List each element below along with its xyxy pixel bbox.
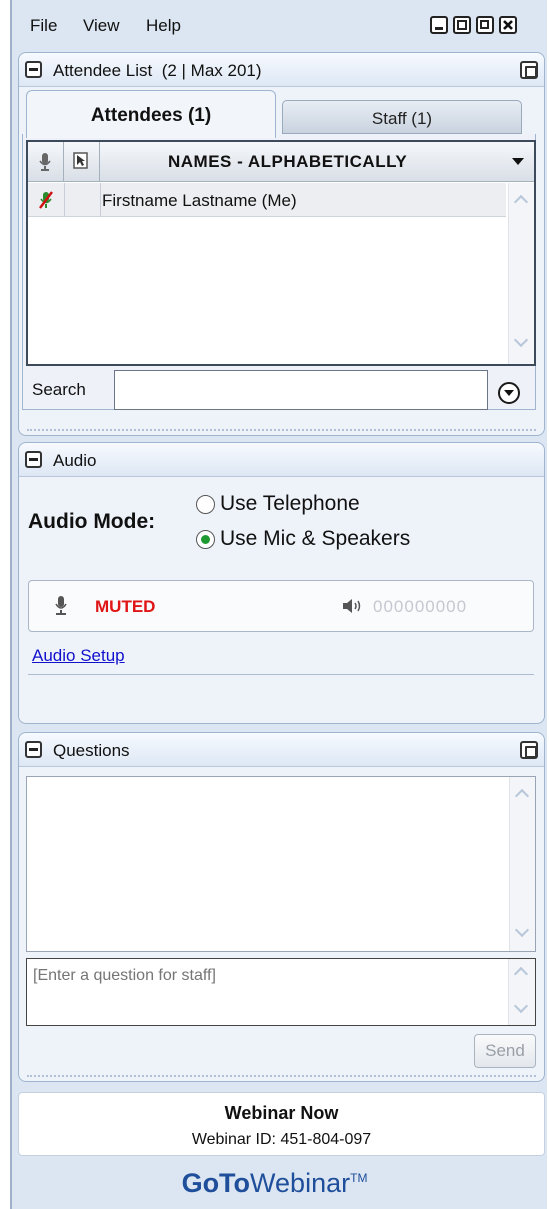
audio-setup-link[interactable]: Audio Setup <box>32 646 125 666</box>
webinar-info-box: Webinar Now Webinar ID: 451-804-097 <box>18 1092 545 1156</box>
send-button[interactable]: Send <box>474 1034 536 1068</box>
radio-use-telephone[interactable] <box>196 495 215 514</box>
attendee-panel-title: Attendee List (2 | Max 201) <box>53 61 262 81</box>
question-input[interactable] <box>26 958 536 1026</box>
scroll-up-icon[interactable] <box>513 194 529 210</box>
restore-button[interactable] <box>476 16 494 34</box>
attendee-scrollbar[interactable] <box>508 183 534 364</box>
menu-bar: File View Help <box>10 8 535 42</box>
scroll-down-icon[interactable] <box>514 922 530 938</box>
attendee-name: Firstname Lastname (Me) <box>102 191 297 210</box>
questions-panel-title: Questions <box>53 741 130 760</box>
use-telephone-label[interactable]: Use Telephone <box>220 492 360 516</box>
minimize-button[interactable] <box>430 16 448 34</box>
cursor-icon <box>73 152 88 169</box>
volume-level-meter: 000000000 <box>373 597 468 616</box>
attendee-popout-button[interactable] <box>520 61 538 79</box>
webinar-id: Webinar ID: 451-804-097 <box>191 1131 372 1148</box>
scroll-up-icon[interactable] <box>513 966 529 982</box>
logo-bold-text: GoTo <box>181 1168 251 1198</box>
search-label: Search <box>32 380 86 399</box>
questions-log <box>26 776 536 952</box>
microphone-icon[interactable] <box>53 595 69 617</box>
row-divider <box>64 183 65 217</box>
close-icon <box>503 20 513 30</box>
mic-muted-icon <box>39 191 53 209</box>
speaker-icon[interactable] <box>341 597 363 615</box>
attendee-title-text: Attendee List <box>53 61 153 80</box>
scroll-up-icon[interactable] <box>514 788 530 804</box>
questions-collapse-button[interactable] <box>25 741 42 758</box>
presenter-column-header[interactable] <box>64 142 100 182</box>
list-header: NAMES - ALPHABETICALLY <box>28 142 534 182</box>
minimize-icon <box>435 27 443 30</box>
questions-panel-header: Questions <box>19 733 544 767</box>
radio-use-mic-speakers[interactable] <box>196 530 215 549</box>
audio-separator <box>28 674 534 675</box>
microphone-icon <box>39 153 51 171</box>
names-column-header[interactable]: NAMES - ALPHABETICALLY <box>168 152 407 172</box>
webinar-title: Webinar Now <box>224 1103 339 1123</box>
questions-log-scrollbar[interactable] <box>509 777 535 951</box>
logo-trademark: TM <box>350 1171 368 1185</box>
mic-column-header[interactable] <box>28 142 64 182</box>
close-button[interactable] <box>499 16 517 34</box>
row-divider <box>100 183 101 217</box>
gotowebinar-logo: GoToWebinarTM <box>0 1168 549 1199</box>
audio-panel-header: Audio <box>19 443 544 477</box>
tab-staff[interactable]: Staff (1) <box>282 100 522 134</box>
search-input[interactable] <box>114 370 488 410</box>
scroll-down-icon[interactable] <box>513 998 529 1014</box>
attendee-list: NAMES - ALPHABETICALLY Firstname Lastnam… <box>26 140 536 366</box>
audio-panel-title: Audio <box>53 451 97 470</box>
menu-help[interactable]: Help <box>146 16 181 36</box>
attendee-count: (2 | Max 201) <box>161 61 262 80</box>
maximize-button[interactable] <box>453 16 471 34</box>
attendee-panel-grip <box>27 429 536 431</box>
use-mic-speakers-label[interactable]: Use Mic & Speakers <box>220 527 410 551</box>
search-options-icon[interactable] <box>498 382 520 404</box>
menu-view[interactable]: View <box>83 16 120 36</box>
restore-icon <box>480 20 489 29</box>
scroll-down-icon[interactable] <box>513 332 529 348</box>
tab-attendees[interactable]: Attendees (1) <box>26 90 276 138</box>
audio-collapse-button[interactable] <box>25 451 42 468</box>
attendee-collapse-button[interactable] <box>25 61 42 78</box>
maximize-icon <box>457 20 467 30</box>
audio-status-box: MUTED 000000000 <box>28 580 534 632</box>
attendee-panel-header: Attendee List (2 | Max 201) <box>19 53 544 87</box>
questions-panel-grip <box>27 1075 536 1077</box>
questions-popout-button[interactable] <box>520 741 538 759</box>
question-input-scrollbar[interactable] <box>508 959 535 1025</box>
menu-file[interactable]: File <box>30 16 57 36</box>
audio-mode-label: Audio Mode: <box>28 510 156 533</box>
sort-dropdown-icon[interactable] <box>512 158 524 165</box>
mic-status: MUTED <box>95 597 156 616</box>
logo-light-text: Webinar <box>250 1168 351 1198</box>
